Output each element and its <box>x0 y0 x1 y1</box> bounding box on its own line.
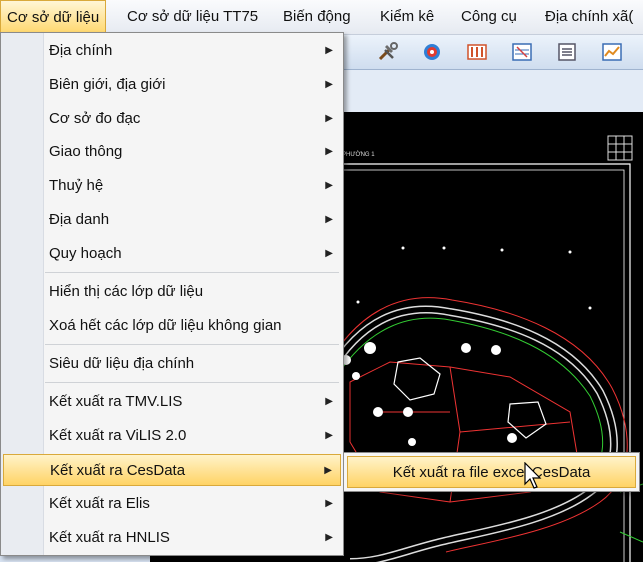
globe-target-icon[interactable] <box>420 40 444 64</box>
submenu-arrow-icon: ▶ <box>325 248 333 259</box>
menu-item-label: Kết xuất ra ViLIS 2.0 <box>49 427 187 444</box>
menu-bar: Cơ sở dữ liệu Cơ sở dữ liệu TT75 Biến độ… <box>0 0 643 35</box>
menu-co-so-du-lieu-tt75[interactable]: Cơ sở dữ liệu TT75 <box>127 0 258 34</box>
menu-item-ket-xuat-hnlis[interactable]: Kết xuất ra HNLIS ▶ <box>3 522 341 554</box>
menu-dia-chinh-xa[interactable]: Địa chính xã( <box>545 0 633 34</box>
menu-co-so-du-lieu[interactable]: Cơ sở dữ liệu <box>0 0 107 33</box>
menu-item-ket-xuat-excel-cesdata[interactable]: Kết xuất ra file excel CesData <box>347 456 636 488</box>
menu-item-hien-thi-lop[interactable]: Hiển thị các lớp dữ liệu <box>3 276 341 308</box>
menu-item-bien-gioi[interactable]: Biên giới, địa giới ▶ <box>3 69 341 101</box>
menu-item-label: Biên giới, địa giới <box>49 76 166 93</box>
menu-item-giao-thong[interactable]: Giao thông ▶ <box>3 136 341 168</box>
menu-separator <box>45 344 339 345</box>
menu-separator <box>45 272 339 273</box>
submenu-arrow-icon: ▶ <box>325 146 333 157</box>
menu-item-label: Siêu dữ liệu địa chính <box>49 355 195 372</box>
database-dropdown-menu: Địa chính ▶ Biên giới, địa giới ▶ Cơ sở … <box>0 32 344 556</box>
submenu-arrow-icon: ▶ <box>325 45 333 56</box>
document-icon[interactable] <box>555 40 579 64</box>
submenu-arrow-icon: ▶ <box>325 498 333 509</box>
menu-item-label: Giao thông <box>49 143 123 160</box>
menu-item-label: Địa chính <box>49 42 113 59</box>
menu-item-ket-xuat-cesdata[interactable]: Kết xuất ra CesData ▶ <box>3 454 341 486</box>
menu-item-label: Quy hoạch <box>49 245 122 262</box>
menu-item-label: Kết xuất ra Elis <box>49 495 150 512</box>
submenu-arrow-icon: ▶ <box>325 79 333 90</box>
menu-item-label: Kết xuất ra HNLIS <box>49 529 170 546</box>
menu-item-label: Kết xuất ra TMV.LIS <box>49 393 183 410</box>
menu-item-sieu-du-lieu[interactable]: Siêu dữ liệu địa chính <box>3 348 341 380</box>
columns-icon[interactable] <box>465 40 489 64</box>
menu-item-label: Hiển thị các lớp dữ liệu <box>49 283 204 300</box>
menu-kiem-ke[interactable]: Kiểm kê <box>380 0 434 34</box>
menu-item-dia-chinh[interactable]: Địa chính ▶ <box>3 35 341 67</box>
submenu-arrow-icon: ▶ <box>325 430 333 441</box>
menu-item-quy-hoach[interactable]: Quy hoạch ▶ <box>3 238 341 270</box>
menu-item-label: Cơ sở đo đạc <box>49 110 141 127</box>
menu-bien-dong[interactable]: Biến động <box>283 0 351 34</box>
submenu-arrow-icon: ▶ <box>325 532 333 543</box>
menu-cong-cu[interactable]: Công cụ <box>461 0 517 34</box>
chart-icon[interactable] <box>600 40 624 64</box>
mouse-pointer-icon <box>524 462 542 489</box>
menu-item-label: Kết xuất ra CesData <box>50 462 186 479</box>
menu-item-xoa-het-lop[interactable]: Xoá hết các lớp dữ liệu không gian <box>3 310 341 342</box>
menu-item-ket-xuat-vilis[interactable]: Kết xuất ra ViLIS 2.0 ▶ <box>3 420 341 452</box>
cesdata-submenu: Kết xuất ra file excel CesData <box>343 452 640 492</box>
menu-item-dia-danh[interactable]: Địa danh ▶ <box>3 204 341 236</box>
submenu-arrow-icon: ▶ <box>324 465 332 476</box>
tools-icon[interactable] <box>376 40 400 64</box>
map-points <box>310 246 592 314</box>
submenu-arrow-icon: ▶ <box>325 180 333 191</box>
layers-icon[interactable] <box>510 40 534 64</box>
submenu-arrow-icon: ▶ <box>325 113 333 124</box>
submenu-arrow-icon: ▶ <box>325 396 333 407</box>
submenu-arrow-icon: ▶ <box>325 214 333 225</box>
menu-item-thuy-he[interactable]: Thuỷ hệ ▶ <box>3 170 341 202</box>
menu-separator <box>45 382 339 383</box>
menu-item-label: Thuỷ hệ <box>49 177 104 194</box>
tree-symbols <box>341 342 517 446</box>
menu-item-label: Xoá hết các lớp dữ liệu không gian <box>49 317 282 334</box>
menu-item-ket-xuat-elis[interactable]: Kết xuất ra Elis ▶ <box>3 488 341 520</box>
map-title: PHƯỜNG 1 <box>342 151 375 158</box>
grid-icon <box>607 135 633 161</box>
menu-item-label: Địa danh <box>49 211 110 228</box>
menu-item-co-so-do-dac[interactable]: Cơ sở đo đạc ▶ <box>3 103 341 135</box>
menu-item-ket-xuat-tmv-lis[interactable]: Kết xuất ra TMV.LIS ▶ <box>3 386 341 418</box>
